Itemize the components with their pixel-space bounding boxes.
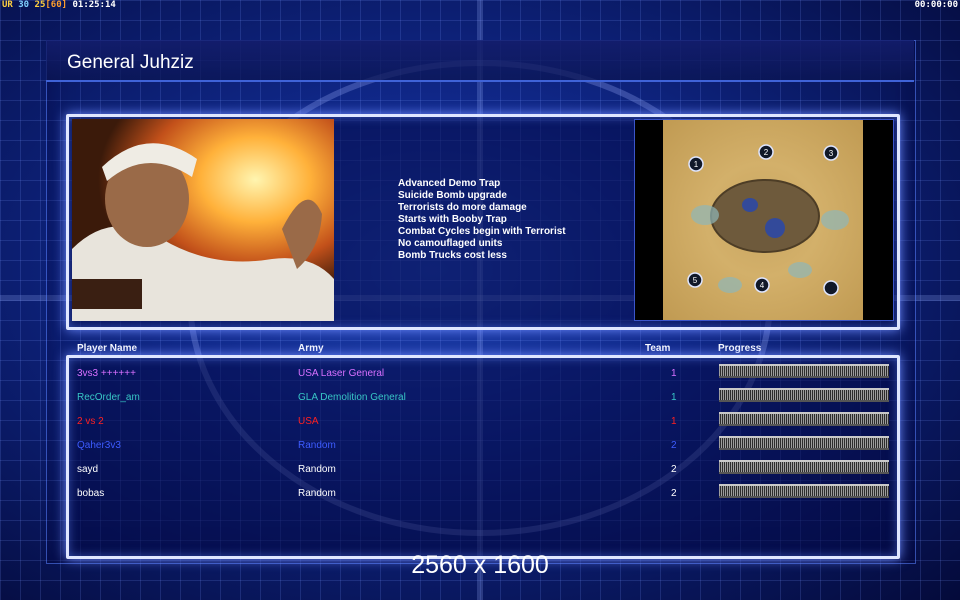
map-rock [691,205,719,225]
player-team: 2 [671,440,677,451]
player-army: USA [298,416,319,427]
map-water [742,198,758,212]
start-position-label: 2 [764,148,769,157]
general-portrait [72,119,334,321]
loading-progress-bar [719,388,889,402]
player-row: Qaher3v3 Random 2 [0,436,960,456]
general-portrait-image [72,119,334,321]
fps-limit: [60] [45,0,68,10]
player-name: bobas [77,488,105,499]
trait-item: Bomb Trucks cost less [398,250,507,261]
fps-logic: 25 [34,0,46,10]
start-position-label: 5 [693,276,698,285]
trait-item: Combat Cycles begin with Terrorist [398,226,566,237]
trait-item: Starts with Booby Trap [398,214,507,225]
player-team: 1 [671,416,677,427]
player-army: Random [298,440,336,451]
player-army: USA Laser General [298,368,385,379]
map-rock [821,210,849,230]
loading-progress-bar [719,364,889,378]
loading-progress-bar [719,484,889,498]
player-army: Random [298,464,336,475]
clock: 01:25:14 [72,0,116,10]
player-name: 2 vs 2 [77,416,104,427]
loading-progress-bar [719,412,889,426]
map-water [765,218,785,238]
start-position-label: 4 [760,281,765,290]
trait-item: No camouflaged units [398,238,503,249]
player-row: bobas Random 2 [0,484,960,504]
header-team: Team [645,343,671,354]
resolution-label: 2560 x 1600 [411,551,549,579]
player-row: sayd Random 2 [0,460,960,480]
players-panel [66,355,900,559]
debug-status-bar: UR 30 25[60] 01:25:14 00:00:00 [0,0,960,12]
trait-item: Suicide Bomb upgrade [398,190,507,201]
player-name: Qaher3v3 [77,440,121,451]
general-title: General Juhziz [67,52,194,73]
game-timer: 00:00:00 [914,0,958,10]
player-name: RecOrder_am [77,392,140,403]
player-row: RecOrder_am GLA Demolition General 1 [0,388,960,408]
general-traits-list: Advanced Demo Trap Suicide Bomb upgrade … [398,178,566,262]
player-row: 3vs3 ++++++ USA Laser General 1 [0,364,960,384]
trait-item: Terrorists do more damage [398,202,527,213]
map-overlay: 1 2 3 4 5 [687,144,849,296]
loading-progress-bar [719,460,889,474]
map-rock [718,277,742,293]
start-position-label: 1 [694,160,699,169]
player-army: GLA Demolition General [298,392,406,403]
fps-value: 30 [18,0,30,10]
map-rock [788,262,812,278]
player-team: 1 [671,392,677,403]
player-team: 2 [671,488,677,499]
map-preview: 1 2 3 4 5 [634,119,894,321]
trait-item: Advanced Demo Trap [398,178,501,189]
header-army: Army [298,343,324,354]
loading-progress-bar [719,436,889,450]
header-progress: Progress [718,343,762,354]
player-row: 2 vs 2 USA 1 [0,412,960,432]
player-team: 2 [671,464,677,475]
header-player-name: Player Name [77,343,138,354]
map-crater [710,179,820,253]
player-team: 1 [671,368,677,379]
player-name: sayd [77,464,99,475]
ur-label: UR [2,0,13,10]
start-position-marker [823,280,839,296]
player-name: 3vs3 ++++++ [77,368,136,379]
player-army: Random [298,488,336,499]
start-position-label: 3 [829,149,834,158]
